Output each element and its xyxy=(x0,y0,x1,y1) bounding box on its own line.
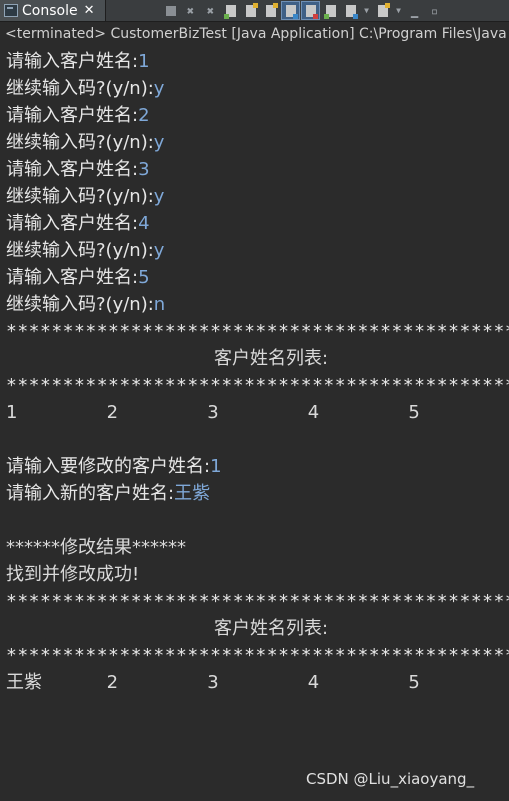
remove-all-terminated-icon[interactable]: ✖ xyxy=(202,2,219,19)
chevron-down-icon[interactable]: ▼ xyxy=(394,2,403,19)
console-toolbar: ✖ ✖ ▼ ▼ ▁ ▫ xyxy=(162,0,443,21)
watermark: CSDN @Liu_xiaoyang_ xyxy=(306,770,475,788)
console-tab[interactable]: Console ✕ xyxy=(0,0,106,21)
console-line: 请输入客户姓名:5 xyxy=(6,267,150,288)
close-icon[interactable]: ✕ xyxy=(84,3,95,18)
show-on-stderr-icon[interactable] xyxy=(301,1,320,20)
pin-console-icon[interactable] xyxy=(322,2,339,19)
result-message: 找到并修改成功! xyxy=(6,564,140,585)
console-line: 继续输入码?(y/n):y xyxy=(6,78,165,99)
console-line: 请输入新的客户姓名:王紫 xyxy=(6,483,211,504)
console-tab-label: Console xyxy=(22,2,78,19)
console-line: 继续输入码?(y/n):y xyxy=(6,132,165,153)
customer-name: 2 xyxy=(106,402,119,423)
customer-name: 4 xyxy=(307,672,320,693)
clear-console-icon[interactable] xyxy=(222,2,239,19)
customer-name: 2 xyxy=(106,672,119,693)
show-on-stdout-icon[interactable] xyxy=(281,1,300,20)
customer-name: 4 xyxy=(307,402,320,423)
console-line: 继续输入码?(y/n):y xyxy=(6,240,165,261)
chevron-down-icon[interactable]: ▼ xyxy=(362,2,371,19)
console-line: 请输入客户姓名:4 xyxy=(6,213,150,234)
remove-launch-icon[interactable]: ✖ xyxy=(182,2,199,19)
console-line: 请输入客户姓名:2 xyxy=(6,105,150,126)
customer-name: 3 xyxy=(207,402,219,423)
separator-line: ****************************************… xyxy=(6,591,509,612)
console-line: 继续输入码?(y/n):n xyxy=(6,294,166,315)
customer-name: 3 xyxy=(207,672,219,693)
customer-name: 5 xyxy=(408,402,420,423)
separator-line: ****************************************… xyxy=(6,645,509,666)
customer-name: 1 xyxy=(6,402,18,423)
customer-list-row: 1 2 3 4 5 xyxy=(0,399,509,426)
list-title: 客户姓名列表: xyxy=(214,348,329,369)
separator-line: ****************************************… xyxy=(6,321,509,342)
scroll-lock-icon[interactable] xyxy=(242,2,259,19)
console-line: 请输入客户姓名:3 xyxy=(6,159,150,180)
maximize-icon[interactable]: ▫ xyxy=(426,2,443,19)
display-selected-console-icon[interactable] xyxy=(342,2,359,19)
launch-description: <terminated> CustomerBizTest [Java Appli… xyxy=(5,26,507,42)
word-wrap-icon[interactable] xyxy=(262,2,279,19)
minimize-icon[interactable]: ▁ xyxy=(406,2,423,19)
terminate-icon[interactable] xyxy=(162,2,179,19)
console-output[interactable]: 请输入客户姓名:1 继续输入码?(y/n):y 请输入客户姓名:2 继续输入码?… xyxy=(0,48,509,696)
view-toolbar: Console ✕ ✖ ✖ ▼ ▼ ▁ ▫ xyxy=(0,0,509,22)
result-header: ******修改结果****** xyxy=(6,537,186,558)
open-console-icon[interactable] xyxy=(374,2,391,19)
list-title: 客户姓名列表: xyxy=(214,618,329,639)
customer-list-row: 王紫 2 3 4 5 xyxy=(0,669,509,696)
console-line: 请输入要修改的客户姓名:1 xyxy=(6,456,222,477)
console-icon xyxy=(4,4,18,17)
separator-line: ****************************************… xyxy=(6,375,509,396)
customer-name: 王紫 xyxy=(6,672,42,693)
console-line: 继续输入码?(y/n):y xyxy=(6,186,165,207)
customer-name: 5 xyxy=(408,672,420,693)
console-line: 请输入客户姓名:1 xyxy=(6,51,150,72)
